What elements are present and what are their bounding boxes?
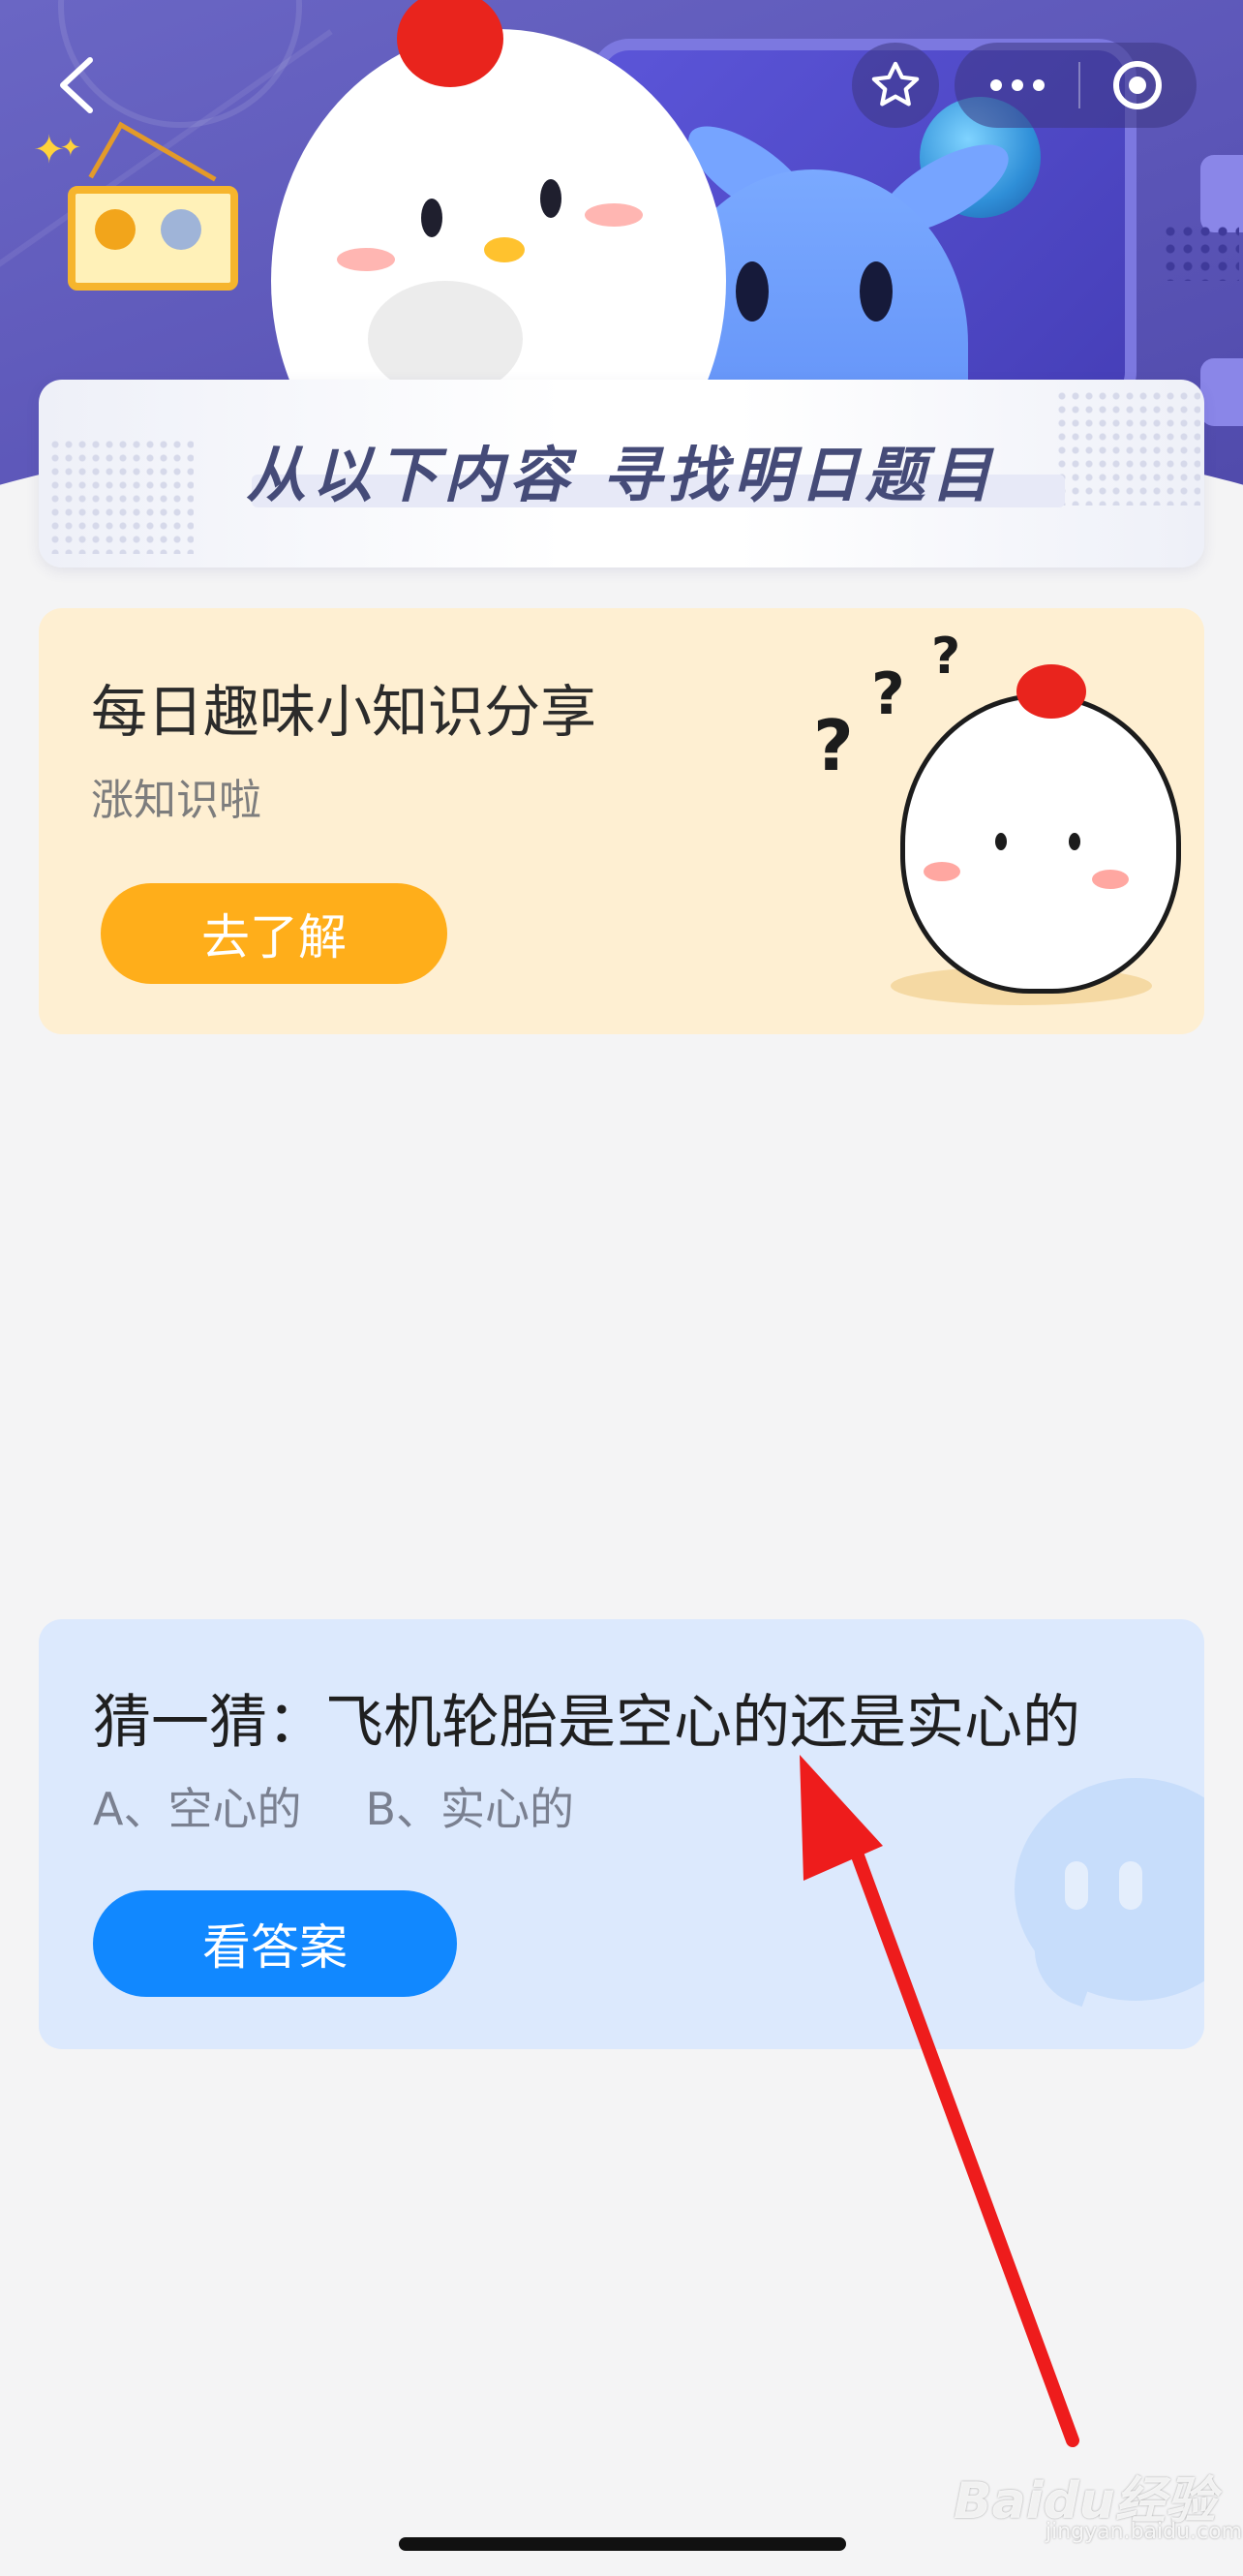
target-icon[interactable]	[1110, 58, 1165, 112]
hen-blush	[924, 862, 960, 881]
hen-comb	[1016, 664, 1086, 719]
alien-eye	[736, 261, 769, 322]
option-a: A、空心的	[93, 1783, 302, 1835]
miniprogram-capsule	[852, 43, 1197, 128]
gold-medal-icon	[95, 209, 136, 250]
chick-blush	[337, 248, 395, 271]
bubble-eye	[1065, 1861, 1088, 1910]
hen-blush	[1092, 870, 1129, 889]
knowledge-share-card[interactable]: 每日趣味小知识分享 涨知识啦 去了解 ? ? ?	[39, 608, 1204, 1034]
capsule-divider	[1077, 62, 1080, 108]
decorative-dots	[1162, 223, 1239, 281]
question-mark-icon: ?	[871, 660, 905, 728]
capsule-menu	[955, 43, 1197, 128]
favorite-button[interactable]	[852, 43, 939, 128]
chevron-left-icon	[60, 57, 93, 113]
screen-side-tab	[1200, 358, 1243, 426]
chick-eye	[540, 179, 561, 218]
chick-beak	[484, 237, 525, 262]
back-button[interactable]	[43, 46, 110, 124]
hen-eye	[995, 833, 1007, 850]
silver-medal-icon	[161, 209, 201, 250]
card-subtitle: 涨知识啦	[91, 776, 261, 825]
star-icon	[871, 61, 920, 107]
chick-blush	[585, 203, 643, 227]
alien-eye	[860, 261, 893, 322]
confused-hen-illustration	[900, 693, 1181, 994]
bubble-eye	[1119, 1861, 1142, 1910]
option-b: B、实心的	[365, 1783, 575, 1835]
question-mark-icon: ?	[813, 705, 854, 786]
medal-badge-icon[interactable]	[68, 186, 238, 291]
home-indicator[interactable]	[399, 2537, 846, 2551]
question-mark-icon: ?	[931, 628, 961, 686]
hen-eye	[1069, 833, 1080, 850]
sparkle-icon: ✦	[60, 134, 81, 163]
quiz-question: 猜一猜：飞机轮胎是空心的还是实心的	[93, 1689, 1080, 1757]
quiz-options: A、空心的 B、实心的	[93, 1774, 574, 1838]
learn-more-button[interactable]: 去了解	[101, 883, 447, 984]
banner-title: 从以下内容 寻找明日题目	[246, 440, 997, 510]
view-answer-button[interactable]: 看答案	[93, 1890, 457, 1997]
card-title: 每日趣味小知识分享	[91, 679, 597, 745]
watermark-url: jingyan.baidu.com	[1046, 2520, 1243, 2544]
find-tomorrow-question-banner: 从以下内容 寻找明日题目	[39, 380, 1204, 567]
chick-eye	[421, 199, 442, 237]
guess-quiz-card: 猜一猜：飞机轮胎是空心的还是实心的 A、空心的 B、实心的 看答案	[39, 1619, 1204, 2049]
screen-side-tab	[1200, 155, 1243, 232]
more-dots-icon[interactable]	[986, 76, 1048, 95]
